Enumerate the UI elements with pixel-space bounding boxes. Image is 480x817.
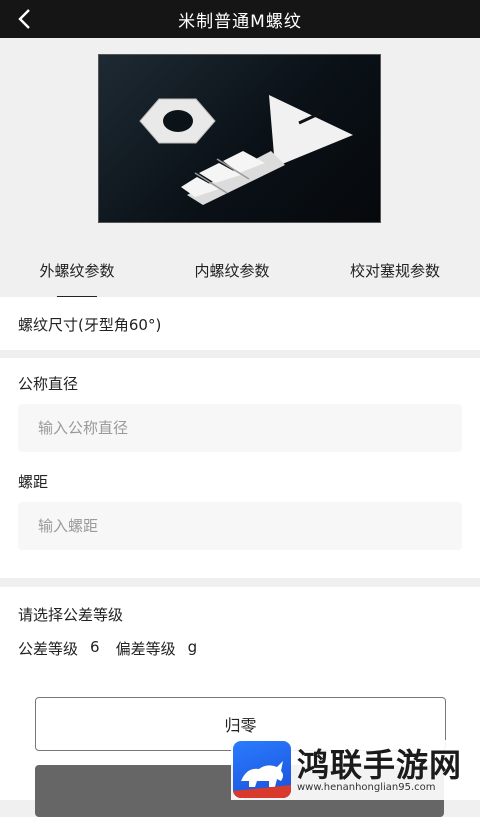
tab-plug-gauge[interactable]: 校对塞规参数 (330, 244, 460, 297)
thread-size-text: 螺纹尺寸(牙型角60°) (18, 316, 162, 334)
tab-label: 内螺纹参数 (194, 262, 270, 280)
page-title: 米制普通M螺纹 (178, 11, 302, 32)
thread-illustration (98, 54, 381, 223)
tab-label: 外螺纹参数 (39, 262, 115, 280)
pitch-label: 螺距 (18, 473, 49, 491)
tab-bar: 外螺纹参数 内螺纹参数 校对塞规参数 (0, 244, 480, 298)
nut-and-screw-icon (139, 95, 353, 205)
nominal-diameter-label: 公称直径 (18, 375, 79, 393)
reset-button-label: 归零 (224, 716, 257, 735)
tolerance-selector[interactable]: 公差等级 6 偏差等级 g (18, 638, 197, 659)
nominal-diameter-field (18, 403, 462, 453)
nominal-diameter-input[interactable] (18, 403, 462, 453)
bull-icon (233, 761, 291, 798)
top-bar: 米制普通M螺纹 (0, 0, 480, 38)
watermark-logo-icon (233, 741, 291, 798)
thread-size-card: 螺纹尺寸(牙型角60°) (0, 297, 480, 350)
tab-internal-thread[interactable]: 内螺纹参数 (172, 244, 292, 297)
watermark-url: www.henanhonglian95.com (297, 782, 436, 793)
watermark-title: 鸿联手游网 (297, 746, 463, 784)
watermark: 鸿联手游网 www.henanhonglian95.com (231, 740, 480, 800)
back-arrow-icon (18, 9, 30, 29)
back-button[interactable] (12, 6, 38, 32)
tab-label: 校对塞规参数 (349, 262, 440, 280)
tolerance-prompt: 请选择公差等级 (18, 606, 124, 624)
pitch-field (18, 501, 462, 551)
grade-label: 公差等级 (18, 640, 79, 658)
deviation-value[interactable]: g (188, 638, 198, 659)
deviation-label: 偏差等级 (115, 640, 176, 658)
hero-section (0, 38, 480, 244)
tab-external-thread[interactable]: 外螺纹参数 (17, 244, 137, 297)
input-card: 公称直径 螺距 (0, 358, 480, 578)
grade-value[interactable]: 6 (90, 638, 100, 659)
pitch-input[interactable] (18, 501, 462, 551)
